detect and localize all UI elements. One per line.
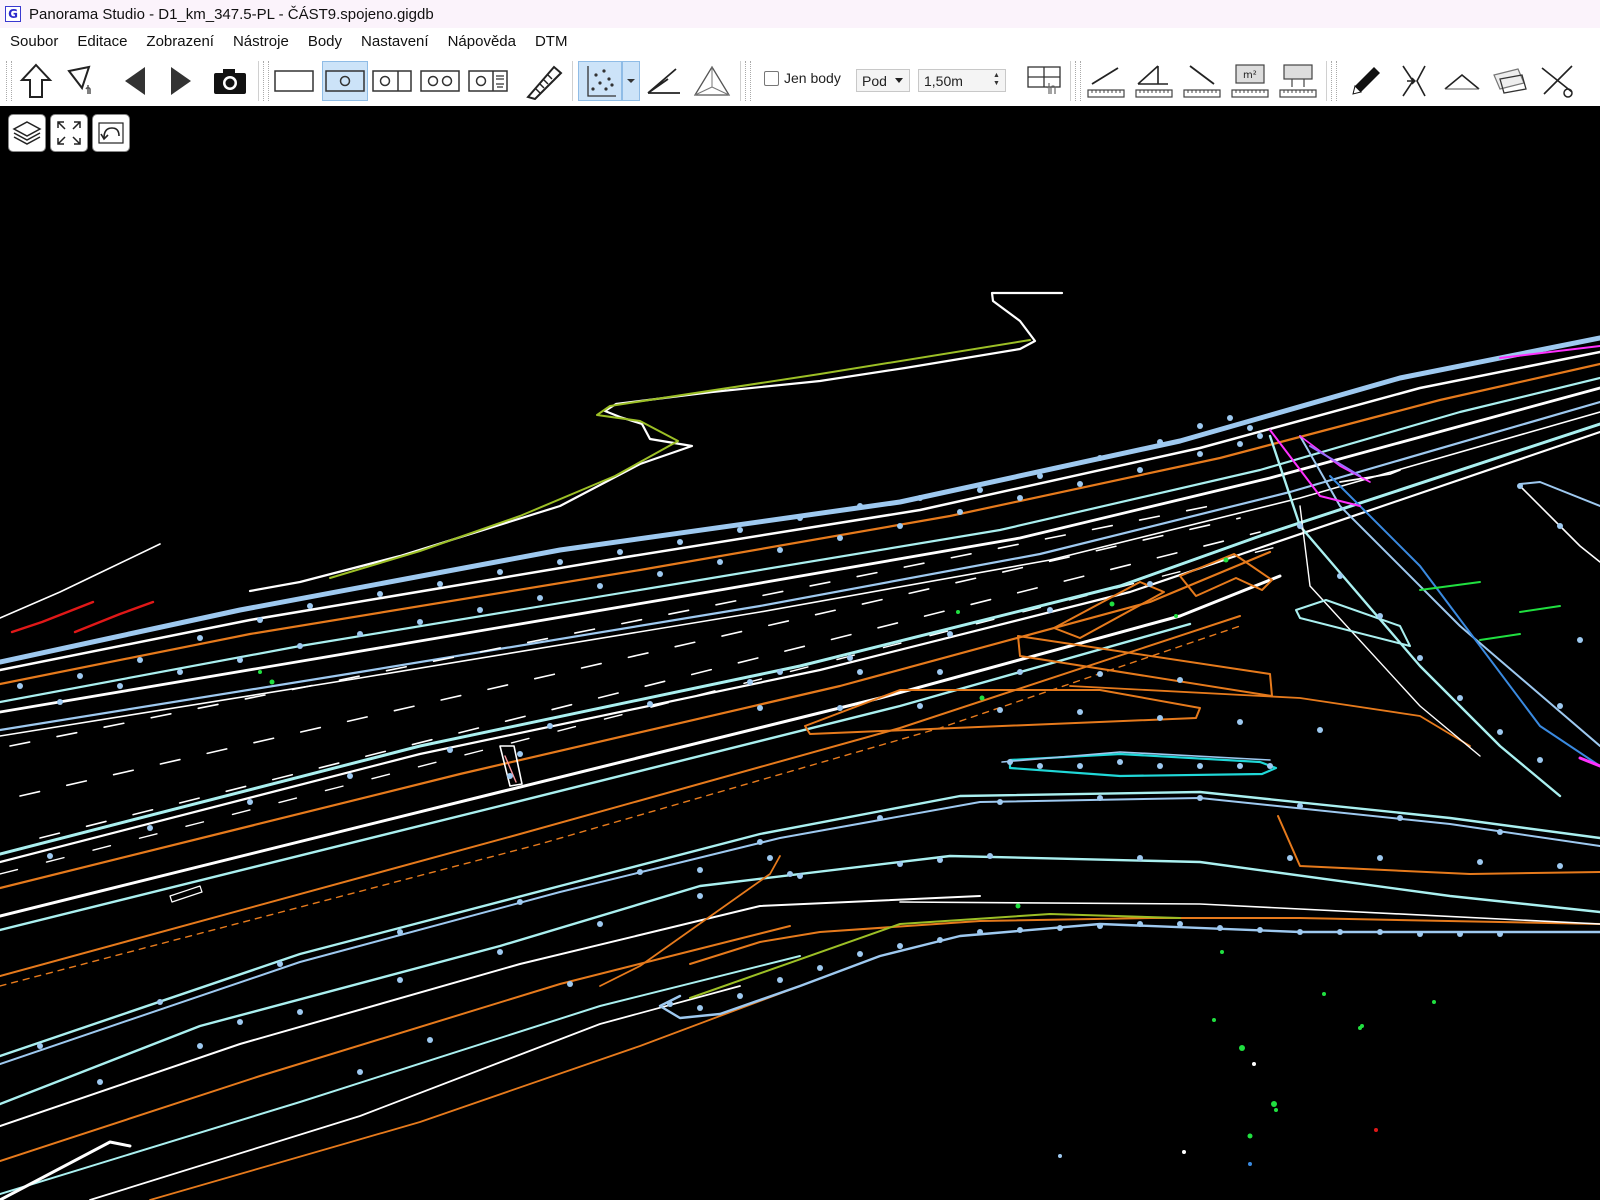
svg-text:m²: m² xyxy=(1243,70,1257,81)
circle-frame-icon[interactable] xyxy=(322,61,368,101)
toolbar-separator xyxy=(740,61,741,101)
spin-arrows-icon[interactable]: ▲ ▼ xyxy=(991,72,1002,89)
angle-lines-icon[interactable] xyxy=(644,61,684,101)
viewport-3d[interactable] xyxy=(0,106,1600,1200)
measure-height-icon[interactable] xyxy=(1134,61,1174,101)
previous-icon[interactable] xyxy=(114,61,154,101)
drawn-polylines[interactable] xyxy=(0,291,1600,1200)
grid-select-icon[interactable] xyxy=(1022,61,1066,101)
layers-icon xyxy=(12,121,42,145)
title-bar: G Panorama Studio - D1_km_347.5-PL - ČÁS… xyxy=(0,0,1600,28)
camera-icon[interactable] xyxy=(210,61,250,101)
menu-zobrazeni[interactable]: Zobrazení xyxy=(136,28,223,55)
polyline-icon[interactable] xyxy=(1442,61,1482,101)
toolbar-grip[interactable] xyxy=(1075,61,1081,101)
triangle-points-icon[interactable] xyxy=(692,61,732,101)
height-spinbox[interactable]: 1,50m ▲ ▼ xyxy=(918,69,1006,92)
reset-view-button[interactable] xyxy=(92,114,130,152)
undo-icon xyxy=(98,122,124,144)
menu-nastroje[interactable]: Nástroje xyxy=(223,28,298,55)
pencil-icon[interactable] xyxy=(1346,61,1386,101)
menu-napoveda[interactable]: Nápověda xyxy=(438,28,525,55)
toolbar-separator xyxy=(258,61,259,101)
menu-nastaveni[interactable]: Nastavení xyxy=(351,28,438,55)
layers-button[interactable] xyxy=(8,114,46,152)
menu-body[interactable]: Body xyxy=(298,28,351,55)
measure-slope-icon[interactable] xyxy=(1182,61,1222,101)
toolbar-grip[interactable] xyxy=(263,61,269,101)
next-icon[interactable] xyxy=(162,61,202,101)
expand-icon xyxy=(57,121,81,145)
up-arrow-icon[interactable] xyxy=(16,61,56,101)
checkbox-box[interactable] xyxy=(764,70,779,86)
app-icon: G xyxy=(5,6,21,22)
position-select-value: Pod xyxy=(862,72,887,89)
measure-area-icon[interactable]: m² xyxy=(1230,61,1270,101)
point-cloud-icon[interactable] xyxy=(578,61,622,101)
toolbar-grip[interactable] xyxy=(1331,61,1337,101)
scissors-icon[interactable] xyxy=(1538,61,1578,101)
join-lines-icon[interactable] xyxy=(1394,61,1434,101)
menu-soubor[interactable]: Soubor xyxy=(0,28,67,55)
toolbar-separator xyxy=(572,61,573,101)
menu-dtm[interactable]: DTM xyxy=(525,28,577,55)
scatter-markers xyxy=(258,557,1436,1139)
measure-length-icon[interactable] xyxy=(1086,61,1126,101)
menu-bar: Soubor Editace Zobrazení Nástroje Body N… xyxy=(0,28,1600,55)
toolbar-grip[interactable] xyxy=(6,61,12,101)
chevron-down-icon[interactable] xyxy=(622,61,640,101)
toolbar-grip[interactable] xyxy=(745,61,751,101)
measure-sign-icon[interactable] xyxy=(1278,61,1318,101)
jen-body-checkbox[interactable]: Jen body xyxy=(764,70,841,86)
height-value: 1,50m xyxy=(924,72,963,89)
window-title: Panorama Studio - D1_km_347.5-PL - ČÁST9… xyxy=(29,5,434,23)
toolbar-separator xyxy=(1326,61,1327,101)
menu-editace[interactable]: Editace xyxy=(67,28,136,55)
split-circle-frame-icon[interactable] xyxy=(372,61,412,101)
select-pointer-icon[interactable] xyxy=(62,61,102,101)
transform-plane-icon[interactable] xyxy=(1490,61,1530,101)
jen-body-label: Jen body xyxy=(784,70,841,86)
toolbar: Jen body Pod 1,50m ▲ ▼ m² xyxy=(0,55,1600,107)
tape-measure-icon[interactable] xyxy=(524,61,564,101)
rectangle-frame-icon[interactable] xyxy=(274,61,314,101)
position-select[interactable]: Pod xyxy=(856,69,910,92)
double-circle-frame-icon[interactable] xyxy=(420,61,460,101)
toolbar-separator xyxy=(1070,61,1071,101)
circle-barcode-frame-icon[interactable] xyxy=(468,61,508,101)
dropdown-arrow-icon xyxy=(895,78,903,83)
fullscreen-button[interactable] xyxy=(50,114,88,152)
extra-dots xyxy=(1058,1062,1378,1166)
